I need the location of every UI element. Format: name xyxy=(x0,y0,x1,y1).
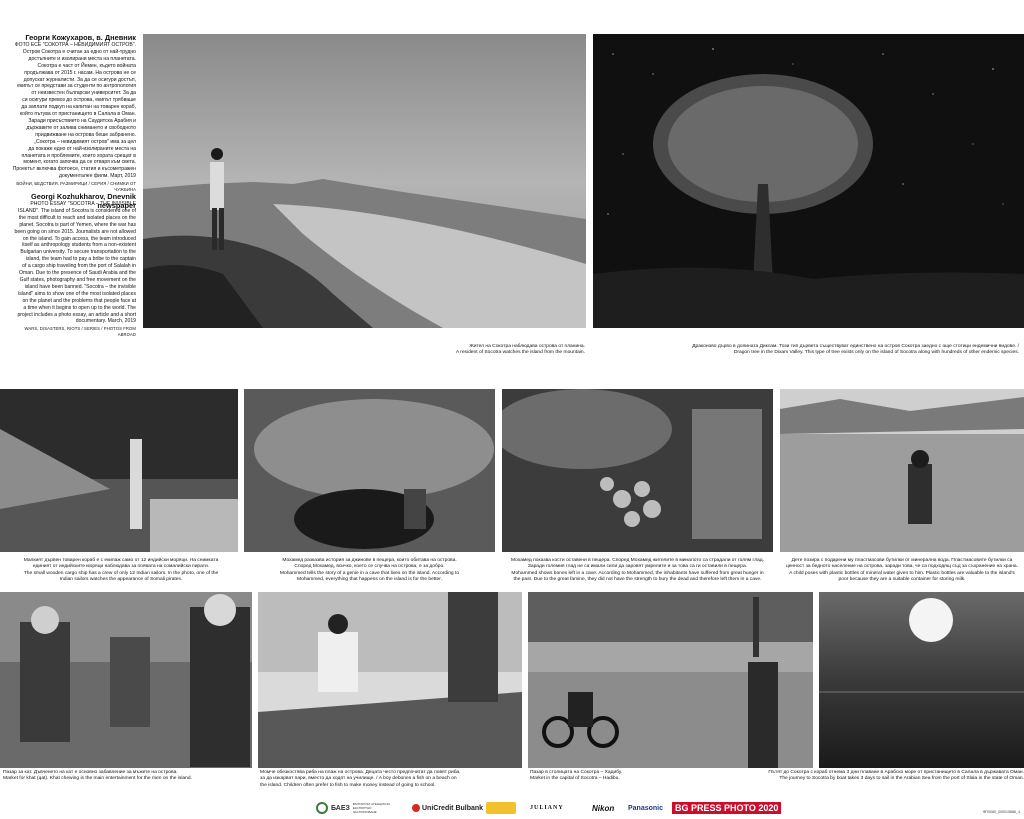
caption-mountain-resident: Жител на Сокотра наблюдава острова от пл… xyxy=(330,344,585,357)
photo-boy-fish xyxy=(258,592,522,768)
intro-en-line: island have been banned. "Socotra – the … xyxy=(24,283,136,290)
caption-c10-line: The journey to Socotra by boat takes 3 d… xyxy=(779,776,1024,782)
intro-en-line: the most difficult to reach and isolated… xyxy=(18,214,136,221)
caption-c3-line: единият от индийските моряци наблюдава з… xyxy=(32,564,210,570)
intro-en-line: island" aims to show one of the most iso… xyxy=(18,290,136,297)
intro-en-line: on the planet and the problems that peop… xyxy=(22,297,136,304)
intro-bg-line: от неизвестен български университет. За … xyxy=(31,90,136,97)
intro-en-line: project includes a photo essay, an artic… xyxy=(17,311,136,318)
page-code: ФП0080_000015686_4 xyxy=(982,810,1020,814)
caption-c5-line: Заради големия глад не са имали сили да … xyxy=(527,564,748,570)
caption-khat-market: Пазар за кат. Дъвченето на кат е основно… xyxy=(3,770,255,783)
baez-logo-icon xyxy=(316,802,328,814)
intro-bg-line: ФОТО ЕСЕ "СОКОТРА – НЕВИДИМИЯТ ОСТРОВ". xyxy=(14,42,136,48)
photo-mountain-resident xyxy=(143,34,586,328)
caption-sea-sun: Пътят до Сокотра с кораб отнема 3 дни пл… xyxy=(760,770,1024,783)
intro-bg-line: документален филм. Март, 2019 xyxy=(59,173,136,180)
intro-en-line: a time when it begins to open up to the … xyxy=(23,304,136,311)
caption-cave-bones: Мохамед показва кости оставени в пещера.… xyxy=(500,558,775,584)
intro-body-en: PHOTO ESSAY "SOCOTRA – THE INVISIBLE ISLA… xyxy=(8,201,136,325)
intro-bg-line: Заради присъствието на Саудитска Арабия … xyxy=(28,117,136,124)
intro-en-line: ISLAND". The island of Socotra is consid… xyxy=(17,207,136,214)
sponsor-panasonic: Panasonic xyxy=(628,804,664,812)
intro-bg-line: придвижване на острова беше забранено. xyxy=(35,131,136,138)
sponsor-unicredit: UniCredit Bulbank xyxy=(412,799,483,817)
camera-logo-icon xyxy=(486,802,516,814)
caption-c4-line: Mohammed, everything that happens on the… xyxy=(297,577,442,583)
sponsor-nikon: Nikon xyxy=(592,803,615,813)
unicredit-logo-icon xyxy=(412,804,420,812)
intro-bg-line: продължава от 2015 г. насам. На острова … xyxy=(24,69,136,76)
caption-child-bottles: Дете позира с подарени му пластмасови бу… xyxy=(780,558,1024,584)
intro-en-line: planet. Socotra is part of Yemen, where … xyxy=(19,221,136,228)
caption-c7-line: Market for khat (qat). Khat chewing is t… xyxy=(3,776,192,782)
photo-child-bottles xyxy=(780,389,1024,552)
caption-cargo-ship: Малкият дървен товарен кораб е с екипаж … xyxy=(0,558,242,584)
intro-bg-line: момент, когато започва да се отваря към … xyxy=(23,159,136,166)
intro-en-line: on the island. To gain access, the team … xyxy=(22,235,136,242)
intro-bg-line: си осигури превоз до острова, екипът тря… xyxy=(22,97,136,104)
intro-en-line: been going on since 2015. Journalists ar… xyxy=(14,228,136,235)
intro-bg-line: който пътува от пристанището в Салала в … xyxy=(19,111,136,118)
intro-bg-line: държавите от залива снимането и свободно… xyxy=(26,124,136,131)
intro-en-line: Gulf states, photography and free moveme… xyxy=(19,276,136,283)
photo-khat-market xyxy=(0,592,252,768)
intro-bg-line: Проектът включва фотоесе, статия и късом… xyxy=(12,166,136,173)
photo-dragon-tree xyxy=(593,34,1024,328)
intro-body-bg: ФОТО ЕСЕ "СОКОТРА – НЕВИДИМИЯТ ОСТРОВ". О… xyxy=(8,42,136,180)
caption-genie-cave: Мохамед разказва история за джинове в пе… xyxy=(244,558,495,584)
intro-bg-line: достъпните и изолирани места на планетат… xyxy=(28,55,137,62)
intro-bg-line: да покаже едно от най-изолираните места … xyxy=(28,145,136,152)
caption-c2-line: Dragon tree in the Dixam Valley. This ty… xyxy=(733,350,1019,356)
caption-c6-line: poor because they are a suitable contain… xyxy=(838,577,966,583)
intro-bg-line: планетата и проблемите, които хората сре… xyxy=(21,152,137,159)
caption-c6-line: ценност за бедното население на острова,… xyxy=(785,564,1019,570)
sponsor-bg-press-photo: BG PRESS PHOTO 2020 xyxy=(672,799,782,817)
intro-en-line: itself as anthropology students from a n… xyxy=(22,242,136,249)
photo-cargo-ship xyxy=(0,389,238,552)
photo-cave-bones xyxy=(502,389,773,552)
intro-en-line: documentary. March, 2019 xyxy=(75,318,136,325)
caption-c3-line: Indian sailors watches the appearance of… xyxy=(59,577,183,583)
intro-en-line: Bulgarian university. To secure transpor… xyxy=(20,249,136,256)
intro-en-line: PHOTO ESSAY "SOCOTRA – THE INVISIBLE xyxy=(30,201,136,207)
intro-bg-line: Остров Сокотра е считан за едно от най-т… xyxy=(22,48,136,55)
intro-bg-line: екипът се представи за студенти по антро… xyxy=(17,83,136,90)
intro-tags-en: WARS, DISASTERS, RIOTS / SERIES / PHOTOS… xyxy=(24,326,136,337)
sponsor-fotoi-logo xyxy=(486,799,516,817)
intro-en-line: island, the team had to pay a bribe to t… xyxy=(25,256,136,263)
intro-bg-line: Сокотра е част от Йемен, където войната xyxy=(37,62,136,69)
intro-bg-line: „Сокотра – невидимият остров" има за цел xyxy=(34,138,136,145)
photo-hadibu-market xyxy=(528,592,813,768)
intro-en-line: Oman. Due to the presence of Saudi Arabi… xyxy=(19,270,136,277)
caption-c8-line: the island. Children often prefer to fis… xyxy=(260,782,436,788)
photo-genie-cave xyxy=(244,389,495,552)
photo-sea-sun xyxy=(819,592,1024,768)
intro-bg-line: допускат журналисти. За да се осигури до… xyxy=(23,76,136,83)
intro-en-line: of a cargo ship traveling from the port … xyxy=(22,263,136,270)
intro-title-bg: Георги Кожухаров, в. Дневник xyxy=(25,33,136,42)
caption-c1-line: A resident of Socotra watches the island… xyxy=(455,350,585,356)
sponsor-juliany: JULIANY xyxy=(530,805,564,811)
caption-dragon-tree: Драконово дърво в долината Диксам. Този … xyxy=(593,344,1019,357)
caption-boy-fish: Момче обезкостява риба на плаж на остров… xyxy=(260,770,522,789)
sponsor-baez: БАЕЗ БЪЛГАРСКА АГЕНЦИЯ ЗА ЕКСПОРТНО ЗАСТ… xyxy=(316,799,393,817)
caption-c5-line: the past. Due to the great famine, they … xyxy=(513,577,762,583)
